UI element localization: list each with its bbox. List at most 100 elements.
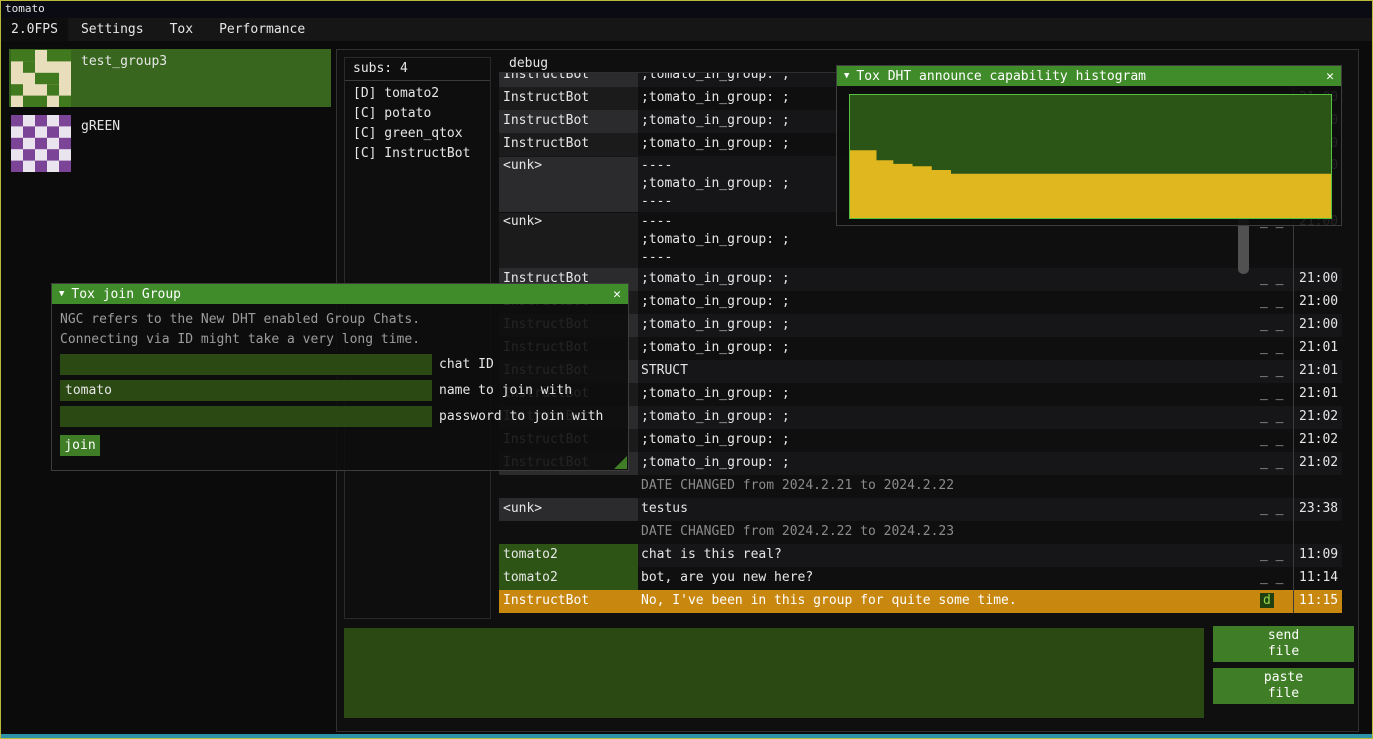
group-label: test_group3	[81, 49, 167, 107]
field-label: chat ID	[439, 354, 494, 375]
message-flags: _ _	[1256, 360, 1293, 383]
message-text: ;tomato_in_group: ;	[638, 337, 1238, 360]
message-sender: <unk>	[499, 157, 638, 212]
message-text: testus	[638, 498, 1238, 521]
password-to-join-with-input[interactable]	[60, 406, 432, 427]
message-time: 21:00	[1293, 314, 1342, 337]
histogram-window-titlebar[interactable]: ▼ Tox DHT announce capability histogram …	[837, 66, 1341, 86]
message-time: 11:15	[1293, 590, 1342, 613]
subs-item[interactable]: [C] potato	[345, 104, 490, 124]
join-info-text: Connecting via ID might take a very long…	[60, 330, 620, 350]
message-text: bot, are you new here?	[638, 567, 1238, 590]
message-row: DATE CHANGED from 2024.2.22 to 2024.2.23	[499, 521, 1342, 544]
resize-grip[interactable]	[614, 456, 627, 469]
os-titlebar: tomato	[1, 1, 1372, 18]
column-gutter	[1238, 291, 1256, 314]
subs-item[interactable]: [D] tomato2	[345, 84, 490, 104]
message-row: <unk>testus_ _23:38	[499, 498, 1342, 521]
column-gutter	[1238, 544, 1256, 567]
column-gutter	[1238, 406, 1256, 429]
message-sender: InstructBot	[499, 133, 638, 156]
join-window-close-icon[interactable]: ✕	[613, 287, 621, 302]
menu-item-tox[interactable]: Tox	[157, 18, 206, 41]
chat-message-input[interactable]	[344, 628, 1204, 718]
window-bottom-border	[1, 734, 1372, 738]
name-to-join-with-input[interactable]: tomato	[60, 380, 432, 401]
message-flags: _ _	[1256, 429, 1293, 452]
message-row: DATE CHANGED from 2024.2.21 to 2024.2.22	[499, 475, 1342, 498]
subs-item[interactable]: [C] InstructBot	[345, 144, 490, 164]
message-flags: _ _	[1256, 567, 1293, 590]
message-flags	[1256, 521, 1293, 544]
message-text: STRUCT	[638, 360, 1238, 383]
column-gutter	[1238, 429, 1256, 452]
message-flags: _ _	[1256, 268, 1293, 291]
field-label: password to join with	[439, 406, 603, 427]
message-flags: _ _	[1256, 383, 1293, 406]
message-text: ;tomato_in_group: ;	[638, 268, 1238, 291]
column-gutter	[1238, 314, 1256, 337]
message-time: 21:00	[1293, 291, 1342, 314]
message-text: ;tomato_in_group: ;	[638, 406, 1238, 429]
fps-counter: 2.0FPS	[1, 18, 68, 41]
message-flags: _ _	[1256, 291, 1293, 314]
group-item-gREEN[interactable]: gREEN	[9, 114, 331, 172]
message-sender: tomato2	[499, 567, 638, 590]
paste-file-button[interactable]: paste file	[1213, 668, 1354, 704]
message-time: 21:02	[1293, 429, 1342, 452]
message-sender: tomato2	[499, 544, 638, 567]
message-flags: _ _	[1256, 314, 1293, 337]
menu-item-settings[interactable]: Settings	[68, 18, 157, 41]
menu-item-performance[interactable]: Performance	[206, 18, 318, 41]
join-window-titlebar[interactable]: ▼ Tox join Group ✕	[52, 284, 628, 304]
message-row: tomato2chat is this real?_ _11:09	[499, 544, 1342, 567]
test-group3-avatar	[11, 50, 71, 107]
send-file-button[interactable]: send file	[1213, 626, 1354, 662]
column-gutter	[1238, 590, 1256, 613]
message-time: 21:02	[1293, 406, 1342, 429]
message-flags: _ _	[1256, 452, 1293, 475]
histogram-window: ▼ Tox DHT announce capability histogram …	[836, 65, 1342, 226]
message-row: tomato2bot, are you new here?_ _11:14	[499, 567, 1342, 590]
message-flags: _ _	[1256, 406, 1293, 429]
message-sender: <unk>	[499, 213, 638, 268]
message-text: No, I've been in this group for quite so…	[638, 590, 1238, 613]
group-item-test_group3[interactable]: test_group3	[9, 49, 331, 107]
group-roster: test_group3 gREEN	[9, 49, 331, 179]
join-info-text: NGC refers to the New DHT enabled Group …	[60, 310, 620, 330]
histogram-window-title: Tox DHT announce capability histogram	[856, 69, 1146, 84]
subs-list: [D] tomato2[C] potato[C] green_qtox[C] I…	[345, 84, 490, 164]
message-time: 21:01	[1293, 360, 1342, 383]
message-sender	[499, 521, 638, 544]
message-row: InstructBotNo, I've been in this group f…	[499, 590, 1342, 613]
message-time: 21:01	[1293, 383, 1342, 406]
group-label: gREEN	[81, 114, 120, 172]
column-gutter	[1238, 383, 1256, 406]
collapse-arrow-icon[interactable]: ▼	[844, 71, 849, 81]
message-sender: InstructBot	[499, 110, 638, 133]
message-time: 21:01	[1293, 337, 1342, 360]
chat-ID-input[interactable]	[60, 354, 432, 375]
tab-debug[interactable]: debug	[509, 56, 548, 71]
column-gutter	[1238, 337, 1256, 360]
column-gutter	[1238, 475, 1256, 498]
message-sender: InstructBot	[499, 87, 638, 110]
subs-header: subs: 4	[345, 58, 490, 81]
column-gutter	[1238, 452, 1256, 475]
message-sender	[499, 475, 638, 498]
histogram-window-close-icon[interactable]: ✕	[1326, 69, 1334, 84]
column-gutter	[1238, 567, 1256, 590]
column-gutter	[1238, 521, 1256, 544]
subs-item[interactable]: [C] green_qtox	[345, 124, 490, 144]
column-gutter	[1238, 498, 1256, 521]
message-sender: InstructBot	[499, 590, 638, 613]
histogram-chart	[850, 95, 1331, 218]
message-text: chat is this real?	[638, 544, 1238, 567]
message-time: 11:09	[1293, 544, 1342, 567]
column-gutter	[1238, 360, 1256, 383]
message-text: ;tomato_in_group: ;	[638, 314, 1238, 337]
message-flags: _ _	[1256, 498, 1293, 521]
join-button[interactable]: join	[60, 435, 100, 456]
menubar: 2.0FPSSettingsToxPerformance	[1, 18, 1372, 41]
collapse-arrow-icon[interactable]: ▼	[59, 289, 64, 299]
